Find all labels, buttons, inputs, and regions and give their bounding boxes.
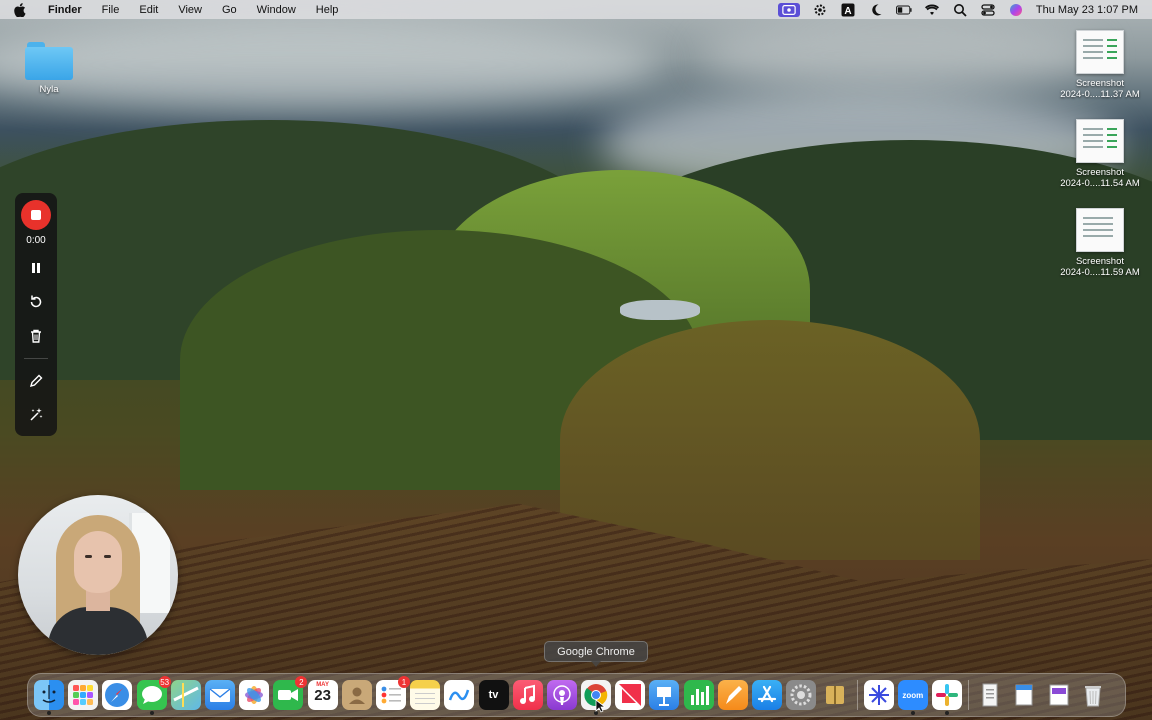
dock-contacts-icon[interactable] [341, 680, 372, 710]
delete-recording-button[interactable] [24, 324, 48, 348]
folder-icon [25, 42, 73, 80]
dock-document-stack-icon[interactable] [975, 680, 1005, 710]
moon-icon[interactable] [868, 3, 884, 17]
zoom-label: zoom [902, 690, 924, 700]
reminders-badge: 1 [397, 676, 410, 688]
dock-divider [856, 680, 858, 710]
dock-tooltip: Google Chrome [544, 641, 648, 667]
dock-podcasts-icon[interactable] [546, 680, 577, 710]
dock-downloads-stack-icon[interactable] [1009, 680, 1039, 710]
dock-archive-utility-icon[interactable] [820, 680, 850, 710]
screenshot-thumbnail-icon [1076, 30, 1124, 74]
dock-finder-icon[interactable] [34, 680, 65, 715]
draw-button[interactable] [24, 369, 48, 393]
pause-icon [32, 263, 40, 273]
dock-safari-icon[interactable] [102, 680, 133, 710]
dock: 53 2 MAY 23 1 tv zoom [27, 673, 1126, 717]
pause-recording-button[interactable] [24, 256, 48, 280]
gear-icon[interactable] [812, 3, 828, 17]
dock-pages-icon[interactable] [717, 680, 748, 710]
dock-messages-icon[interactable]: 53 [136, 676, 171, 715]
dock-perplexity-icon[interactable] [863, 680, 894, 710]
dock-app-store-icon[interactable] [752, 680, 783, 710]
dock-mail-icon[interactable] [205, 680, 236, 710]
menu-file[interactable]: File [92, 4, 130, 16]
menu-view[interactable]: View [168, 4, 212, 16]
recording-timer: 0:00 [26, 235, 46, 246]
menu-help[interactable]: Help [306, 4, 349, 16]
messages-badge: 53 [158, 676, 171, 688]
dock-system-settings-icon[interactable] [786, 680, 817, 710]
dock-facetime-icon[interactable]: 2 [273, 676, 308, 710]
text-input-icon[interactable]: A [840, 3, 856, 17]
desktop-file-label: Screenshot 2024-0....11.54 AM [1060, 167, 1140, 189]
desktop-file-screenshot-3[interactable]: Screenshot 2024-0....11.59 AM [1050, 208, 1150, 278]
dock-reminders-icon[interactable]: 1 [375, 676, 410, 710]
toolbar-divider [24, 358, 48, 359]
dock-numbers-icon[interactable] [683, 680, 714, 710]
dock-freeform-icon[interactable] [444, 680, 475, 710]
dock-divider [968, 680, 970, 710]
dock-maps-icon[interactable] [170, 680, 201, 710]
search-icon[interactable] [952, 3, 968, 17]
screenshot-thumbnail-icon [1076, 208, 1124, 252]
desktop-folder-label: Nyla [39, 84, 59, 95]
dock-screenshots-stack-icon[interactable] [1044, 680, 1074, 710]
sparkle-icon [30, 408, 43, 421]
desktop-folder-nyla[interactable]: Nyla [22, 42, 76, 95]
menubar-clock[interactable]: Thu May 23 1:07 PM [1036, 4, 1138, 16]
dock-photos-icon[interactable] [239, 680, 270, 710]
dock-launchpad-icon[interactable] [68, 680, 99, 710]
desktop-file-screenshot-2[interactable]: Screenshot 2024-0....11.54 AM [1050, 119, 1150, 189]
restart-icon [30, 295, 42, 308]
screen-record-icon[interactable] [777, 2, 800, 17]
mouse-pointer-icon [595, 699, 605, 713]
dock-tv-icon[interactable]: tv [478, 680, 509, 710]
dock-calendar-icon[interactable]: MAY 23 [307, 680, 338, 710]
dock-trash-icon[interactable] [1078, 680, 1108, 710]
menu-edit[interactable]: Edit [129, 4, 168, 16]
restart-recording-button[interactable] [24, 290, 48, 314]
menu-window[interactable]: Window [247, 4, 306, 16]
stop-recording-button[interactable] [21, 200, 51, 230]
effects-button[interactable] [24, 403, 48, 427]
desktop-wallpaper [0, 0, 1152, 720]
wifi-icon[interactable] [924, 3, 940, 17]
pencil-icon [29, 374, 43, 388]
dock-music-icon[interactable] [512, 680, 543, 710]
siri-icon[interactable] [1008, 3, 1024, 17]
dock-notes-icon[interactable] [410, 680, 441, 710]
menu-finder[interactable]: Finder [38, 4, 92, 16]
dock-keynote-icon[interactable] [649, 680, 680, 710]
trash-icon [31, 329, 41, 343]
dock-news-icon[interactable] [615, 680, 646, 710]
webcam-bubble[interactable] [18, 495, 178, 655]
dock-slack-icon[interactable] [931, 680, 962, 715]
apple-menu-icon[interactable] [14, 2, 28, 17]
menu-go[interactable]: Go [212, 4, 247, 16]
recording-toolbar: 0:00 [15, 193, 57, 436]
desktop-file-label: Screenshot 2024-0....11.59 AM [1060, 256, 1140, 278]
battery-icon[interactable] [895, 3, 912, 17]
menu-bar: Finder File Edit View Go Window Help A T… [0, 0, 1152, 19]
desktop-file-label: Screenshot 2024-0....11.37 AM [1060, 78, 1140, 100]
calendar-day: 23 [314, 687, 331, 704]
stop-icon [31, 210, 41, 220]
desktop-file-screenshot-1[interactable]: Screenshot 2024-0....11.37 AM [1050, 30, 1150, 100]
svg-text:A: A [844, 6, 851, 17]
facetime-badge: 2 [295, 676, 308, 688]
screenshot-thumbnail-icon [1076, 119, 1124, 163]
dock-zoom-icon[interactable]: zoom [897, 680, 928, 715]
control-center-icon[interactable] [980, 3, 996, 17]
